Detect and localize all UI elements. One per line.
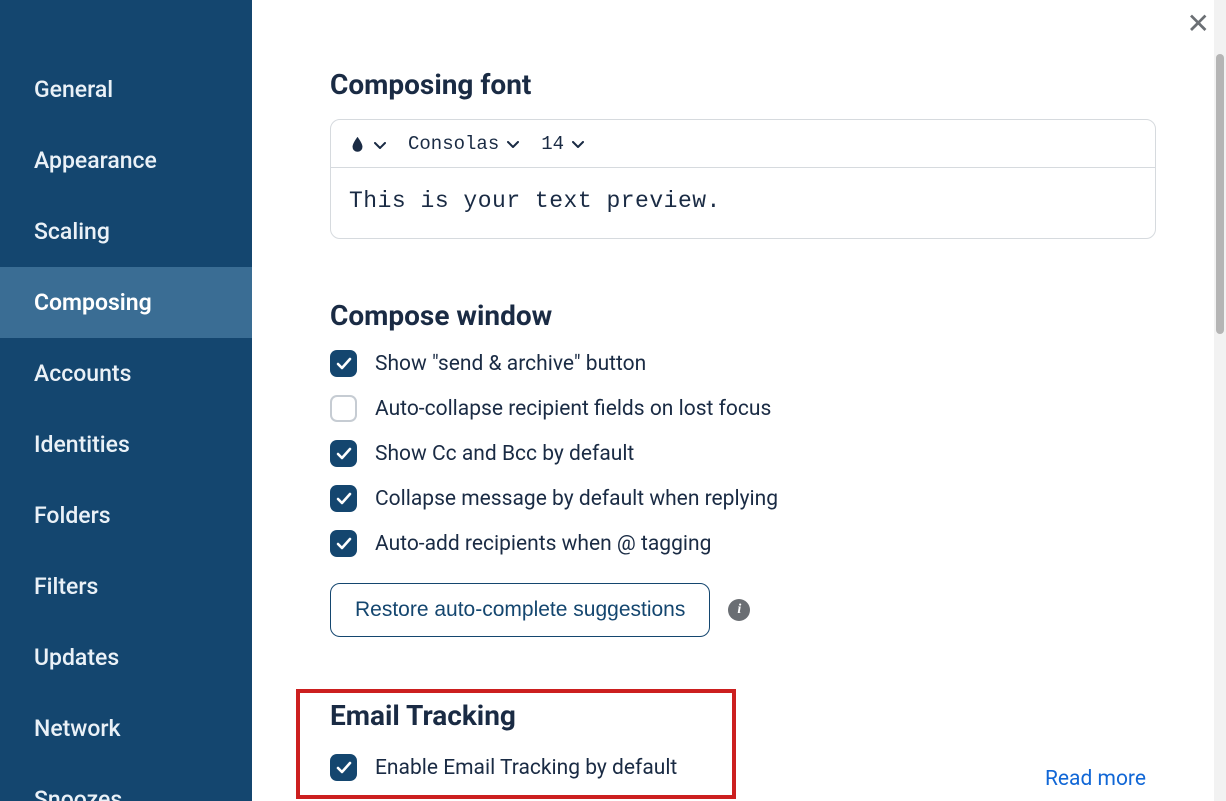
sidebar-item-accounts[interactable]: Accounts [0,338,252,409]
option-auto-collapse-recipients: Auto-collapse recipient fields on lost f… [330,395,1156,422]
checkbox-label: Auto-add recipients when @ tagging [375,532,711,556]
font-size-select[interactable]: 14 [541,133,584,155]
font-size-value: 14 [541,133,564,155]
section-title-email-tracking: Email Tracking [330,699,702,732]
option-collapse-message-reply: Collapse message by default when replyin… [330,485,1156,512]
sidebar-item-label: Appearance [34,147,157,174]
checkbox-label: Show "send & archive" button [375,352,646,376]
checkbox-label: Show Cc and Bcc by default [375,442,634,466]
restore-autocomplete-button[interactable]: Restore auto-complete suggestions [330,583,710,637]
option-show-cc-bcc: Show Cc and Bcc by default [330,440,1156,467]
font-settings-box: Consolas 14 This is your text preview. [330,119,1156,239]
section-title-composing-font: Composing font [330,68,1156,101]
sidebar-item-folders[interactable]: Folders [0,480,252,551]
main-content: ✕ Composing font Consolas [252,0,1226,801]
sidebar-item-scaling[interactable]: Scaling [0,196,252,267]
scrollbar-thumb[interactable] [1216,54,1224,334]
sidebar-item-label: Folders [34,502,111,529]
sidebar-item-composing[interactable]: Composing [0,267,252,338]
checkbox[interactable] [330,530,357,557]
checkbox[interactable] [330,440,357,467]
option-send-archive: Show "send & archive" button [330,350,1156,377]
info-icon[interactable]: i [728,599,750,621]
font-color-picker[interactable] [349,132,386,155]
section-title-compose-window: Compose window [330,299,1156,332]
close-icon[interactable]: ✕ [1187,10,1210,38]
ink-drop-icon [349,133,366,155]
checkbox[interactable] [330,350,357,377]
checkbox-label: Collapse message by default when replyin… [375,487,778,511]
email-tracking-section: Email Tracking Enable Email Tracking by … [330,689,1156,799]
sidebar-item-label: Updates [34,644,119,671]
sidebar-item-snoozes[interactable]: Snoozes [0,764,252,801]
sidebar-item-label: Composing [34,289,152,316]
sidebar-item-general[interactable]: General [0,54,252,125]
sidebar-item-updates[interactable]: Updates [0,622,252,693]
font-preview-text: This is your text preview. [331,168,1155,238]
chevron-down-icon [507,133,519,155]
restore-autocomplete-row: Restore auto-complete suggestions i [330,583,1156,637]
checkbox[interactable] [330,395,357,422]
sidebar-item-label: Snoozes [34,786,122,801]
annotation-highlight-box: Email Tracking Enable Email Tracking by … [296,689,736,799]
chevron-down-icon [572,133,584,155]
chevron-down-icon [374,132,386,155]
checkbox[interactable] [330,485,357,512]
composing-font-section: Composing font Consolas [330,68,1156,239]
sidebar-item-label: General [34,76,113,103]
font-family-select[interactable]: Consolas [408,133,519,155]
compose-window-section: Compose window Show "send & archive" but… [330,299,1156,637]
sidebar-item-identities[interactable]: Identities [0,409,252,480]
read-more-link[interactable]: Read more [1045,767,1146,791]
sidebar-item-label: Accounts [34,360,131,387]
option-auto-add-recipients: Auto-add recipients when @ tagging [330,530,1156,557]
option-enable-email-tracking: Enable Email Tracking by default [330,754,702,781]
scrollbar-track[interactable] [1214,0,1226,801]
settings-sidebar: General Appearance Scaling Composing Acc… [0,0,252,801]
sidebar-item-label: Network [34,715,121,742]
sidebar-item-label: Identities [34,431,130,458]
sidebar-item-network[interactable]: Network [0,693,252,764]
sidebar-item-filters[interactable]: Filters [0,551,252,622]
sidebar-item-appearance[interactable]: Appearance [0,125,252,196]
checkbox-label: Auto-collapse recipient fields on lost f… [375,397,771,421]
checkbox-label: Enable Email Tracking by default [375,756,677,780]
checkbox[interactable] [330,754,357,781]
font-family-value: Consolas [408,133,499,155]
font-toolbar: Consolas 14 [331,120,1155,168]
sidebar-item-label: Filters [34,573,98,600]
sidebar-item-label: Scaling [34,218,110,245]
